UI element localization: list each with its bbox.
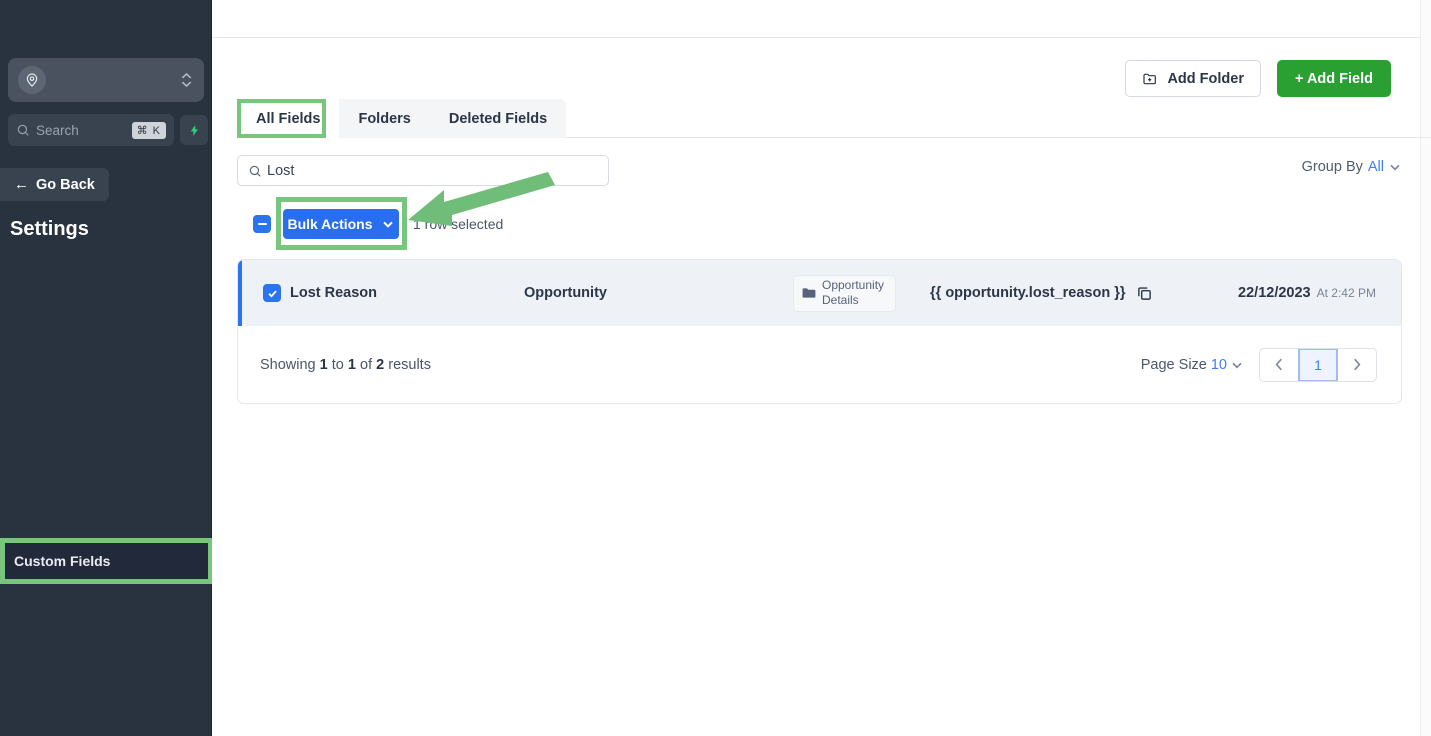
search-shortcut-badge: ⌘ K bbox=[131, 121, 166, 139]
table-row[interactable]: Lost Reason Opportunity Opportunity Deta… bbox=[238, 260, 1401, 326]
page-size-label: Page Size bbox=[1140, 356, 1207, 373]
add-folder-label: Add Folder bbox=[1167, 70, 1244, 87]
check-icon bbox=[267, 289, 277, 297]
pagination-area: Page Size 10 1 bbox=[1141, 347, 1377, 382]
search-icon bbox=[17, 124, 29, 136]
showing-suffix: results bbox=[388, 356, 431, 373]
chevron-right-icon bbox=[1354, 358, 1361, 371]
tab-all-fields-label: All Fields bbox=[256, 110, 321, 127]
prev-page-button[interactable] bbox=[1260, 349, 1298, 381]
tab-folders-label: Folders bbox=[358, 110, 411, 127]
field-search-value: Lost bbox=[267, 162, 295, 179]
chevron-down-icon bbox=[382, 221, 393, 228]
tab-all-fields[interactable]: All Fields bbox=[237, 99, 340, 138]
go-back-label: Go Back bbox=[36, 176, 95, 193]
chevron-left-icon bbox=[1275, 358, 1282, 371]
page-size-control[interactable]: Page Size 10 bbox=[1141, 357, 1243, 373]
location-selector[interactable] bbox=[8, 58, 204, 102]
location-pin-icon bbox=[18, 66, 46, 94]
page-size-value: 10 bbox=[1210, 356, 1227, 373]
page-title: Settings bbox=[10, 218, 89, 240]
search-icon bbox=[249, 165, 261, 177]
top-header-bar bbox=[212, 0, 1420, 38]
folder-icon bbox=[802, 288, 816, 298]
back-arrow-icon: ← bbox=[14, 176, 29, 193]
sidebar: Search ⌘ K ← Go Back Settings Custom Fie… bbox=[0, 0, 213, 736]
field-search-input[interactable]: Lost bbox=[237, 155, 609, 186]
chevron-down-icon bbox=[1390, 164, 1400, 171]
add-folder-button[interactable]: Add Folder bbox=[1125, 60, 1261, 97]
row-checkbox[interactable] bbox=[263, 284, 281, 302]
search-input[interactable]: Search ⌘ K bbox=[8, 114, 174, 146]
header-actions: Add Folder + Add Field bbox=[1125, 60, 1391, 97]
row-field-name: Lost Reason bbox=[290, 285, 378, 301]
row-merge-tag-cell: {{ opportunity.lost_reason }} bbox=[930, 285, 1152, 301]
group-by-control[interactable]: Group By All bbox=[1302, 159, 1401, 175]
bulk-actions-label: Bulk Actions bbox=[287, 216, 373, 232]
row-merge-tag: {{ opportunity.lost_reason }} bbox=[930, 285, 1126, 301]
bolt-icon bbox=[190, 124, 198, 136]
row-time: At 2:42 PM bbox=[1316, 286, 1376, 300]
tab-deleted-fields[interactable]: Deleted Fields bbox=[430, 99, 566, 138]
showing-of: of bbox=[360, 356, 373, 373]
pager: 1 bbox=[1259, 347, 1377, 382]
selection-count-text: 1 row selected bbox=[413, 216, 504, 232]
copy-icon[interactable] bbox=[1137, 286, 1152, 301]
showing-prefix: Showing bbox=[260, 356, 316, 373]
indeterminate-mark-icon bbox=[257, 222, 267, 226]
app-root: Search ⌘ K ← Go Back Settings Custom Fie… bbox=[0, 0, 1431, 736]
row-date: 22/12/2023 bbox=[1238, 285, 1311, 301]
showing-to: 1 bbox=[347, 356, 356, 373]
tab-bar: All Fields Folders Deleted Fields bbox=[237, 99, 567, 138]
showing-from: 1 bbox=[319, 356, 328, 373]
row-folder-label: Opportunity Details bbox=[822, 278, 885, 307]
add-field-button[interactable]: + Add Field bbox=[1276, 60, 1391, 97]
selector-chevrons-icon bbox=[181, 72, 192, 88]
tabs-underline bbox=[424, 137, 1431, 138]
group-by-label: Group By bbox=[1301, 159, 1363, 175]
go-back-button[interactable]: ← Go Back bbox=[0, 168, 109, 201]
search-placeholder: Search bbox=[36, 122, 79, 138]
row-object-name: Opportunity bbox=[524, 285, 607, 301]
table-footer: Showing 1 to 1 of 2 results Page Size 10 bbox=[238, 326, 1401, 403]
bulk-actions-button[interactable]: Bulk Actions bbox=[283, 209, 399, 239]
row-folder-chip[interactable]: Opportunity Details bbox=[793, 274, 896, 312]
showing-mid: to bbox=[331, 356, 344, 373]
row-date-cell: 22/12/2023 At 2:42 PM bbox=[1238, 285, 1376, 301]
tab-deleted-fields-label: Deleted Fields bbox=[448, 110, 548, 127]
results-summary: Showing 1 to 1 of 2 results bbox=[260, 357, 431, 373]
right-rail bbox=[1420, 0, 1431, 736]
tab-folders[interactable]: Folders bbox=[339, 99, 429, 138]
folder-plus-icon bbox=[1143, 73, 1157, 84]
showing-total: 2 bbox=[376, 356, 385, 373]
next-page-button[interactable] bbox=[1338, 349, 1376, 381]
sidebar-search-row: Search ⌘ K bbox=[8, 114, 208, 146]
group-by-value: All bbox=[1367, 159, 1384, 175]
chevron-down-icon bbox=[1232, 362, 1242, 369]
select-all-checkbox[interactable] bbox=[253, 215, 271, 233]
sidebar-item-custom-fields[interactable]: Custom Fields bbox=[14, 553, 110, 569]
page-number-1[interactable]: 1 bbox=[1298, 348, 1338, 381]
add-field-label: + Add Field bbox=[1294, 70, 1373, 87]
fields-table: Lost Reason Opportunity Opportunity Deta… bbox=[237, 259, 1402, 404]
quick-action-button[interactable] bbox=[180, 115, 208, 145]
